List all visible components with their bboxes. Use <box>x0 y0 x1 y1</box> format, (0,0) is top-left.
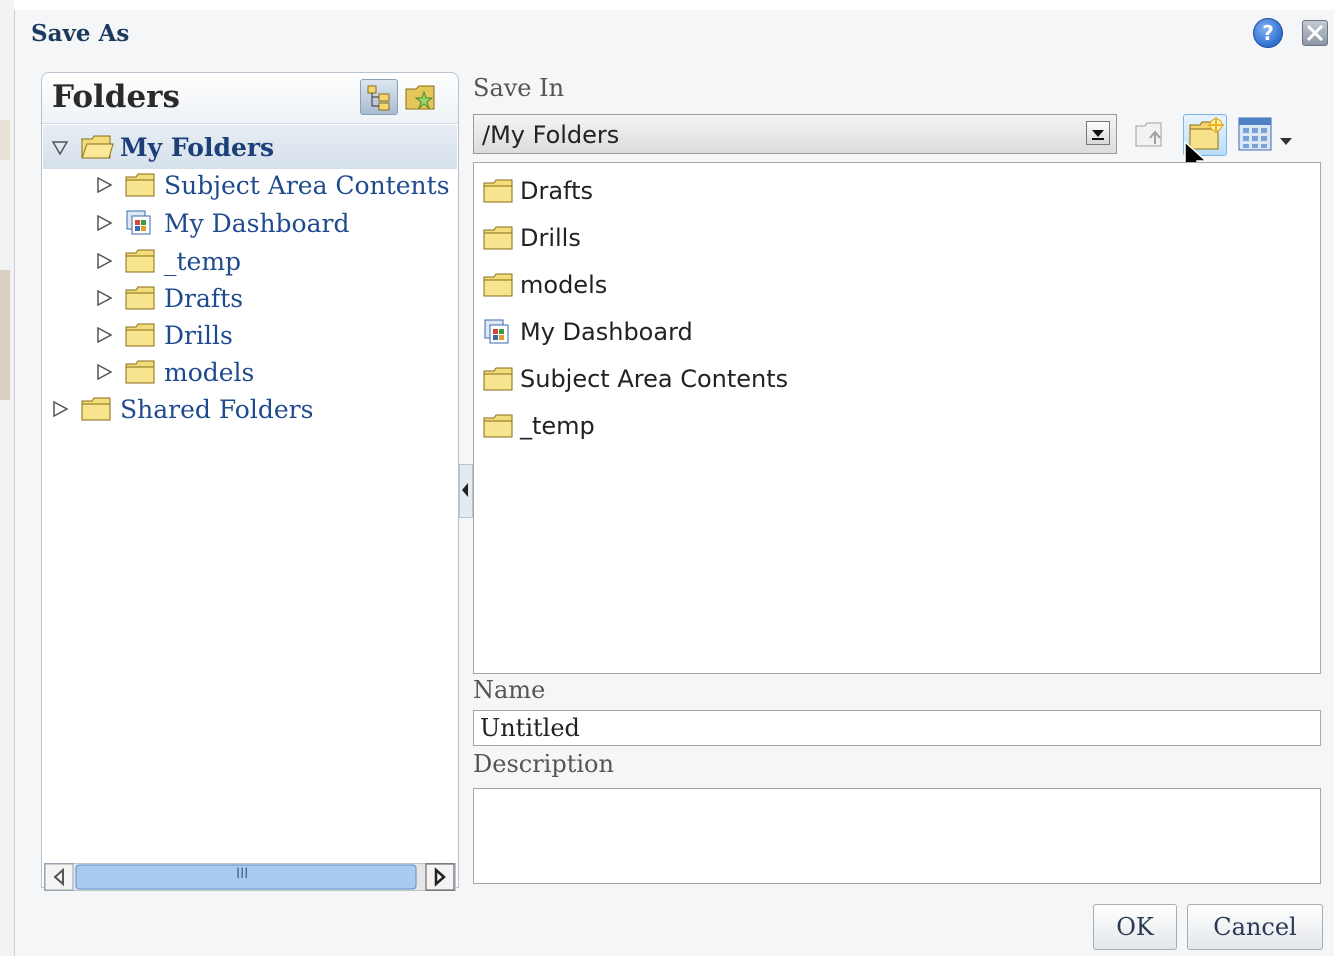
up-folder-icon[interactable] <box>1133 118 1169 150</box>
tree-item-label: Shared Folders <box>120 394 314 424</box>
folder-icon <box>483 414 513 438</box>
ok-button[interactable]: OK <box>1093 904 1177 950</box>
collapsed-arrow-icon[interactable] <box>94 325 114 345</box>
tree-item-my-folders[interactable]: My Folders <box>50 129 274 165</box>
collapsed-arrow-icon[interactable] <box>94 213 114 233</box>
list-item[interactable]: _temp <box>482 406 595 446</box>
collapsed-arrow-icon[interactable] <box>94 288 114 308</box>
tree-item-drafts[interactable]: Drafts <box>94 280 243 316</box>
dialog-title: Save As <box>31 20 130 47</box>
folder-icon <box>483 367 513 391</box>
folders-panel: Folders My Folders Subject Area Contents… <box>41 72 459 892</box>
page-edge <box>0 0 14 956</box>
cancel-button[interactable]: Cancel <box>1187 904 1323 950</box>
tree-item-my-dashboard[interactable]: My Dashboard <box>94 205 349 241</box>
folder-contents-list: Drafts Drills models My Dashboard Subjec… <box>473 162 1321 674</box>
collapsed-arrow-icon[interactable] <box>50 399 70 419</box>
tree-item-models[interactable]: models <box>94 354 254 390</box>
view-options-chevron-icon[interactable] <box>1279 132 1293 145</box>
tree-item-label: My Folders <box>120 132 275 162</box>
save-in-label: Save In <box>473 74 565 102</box>
tree-view-icon[interactable] <box>360 79 398 115</box>
save-in-path: /My Folders <box>482 121 620 149</box>
tree-item-subject-area-contents[interactable]: Subject Area Contents <box>94 167 450 203</box>
tree-item-shared-folders[interactable]: Shared Folders <box>50 391 313 427</box>
folder-icon <box>125 360 155 384</box>
save-in-dropdown[interactable]: /My Folders <box>473 114 1117 154</box>
tree-item-label: models <box>164 357 255 387</box>
panel-splitter[interactable] <box>459 464 473 518</box>
tree-item-drills[interactable]: Drills <box>94 317 233 353</box>
tree-item-label: My Dashboard <box>164 208 350 238</box>
favorites-folder-icon[interactable] <box>404 81 438 113</box>
tree-item-temp[interactable]: _temp <box>94 243 241 279</box>
list-item-label: _temp <box>520 412 595 440</box>
list-item-label: Subject Area Contents <box>520 365 789 393</box>
folder-icon <box>483 273 513 297</box>
tree-item-label: _temp <box>164 246 242 276</box>
help-icon[interactable]: ? <box>1253 18 1283 48</box>
dashboard-icon <box>126 210 151 235</box>
list-item-label: My Dashboard <box>520 318 693 346</box>
name-label: Name <box>473 676 546 704</box>
folder-icon <box>483 179 513 203</box>
tree-item-label: Drills <box>164 320 233 350</box>
description-field[interactable] <box>473 788 1321 884</box>
list-item[interactable]: models <box>482 265 607 305</box>
collapsed-arrow-icon[interactable] <box>94 175 114 195</box>
list-item[interactable]: Drills <box>482 218 581 258</box>
list-item[interactable]: Drafts <box>482 171 593 211</box>
collapsed-arrow-icon[interactable] <box>94 251 114 271</box>
grid-view-icon[interactable] <box>1237 116 1273 152</box>
folder-icon <box>81 397 111 421</box>
name-field[interactable] <box>473 710 1321 746</box>
folder-icon <box>483 226 513 250</box>
folder-icon <box>125 286 155 310</box>
save-as-dialog: Save As ? Folders My Folders Subject Are… <box>14 10 1334 956</box>
dashboard-icon <box>484 319 509 344</box>
chevron-down-icon[interactable] <box>1086 121 1110 145</box>
list-item-label: Drafts <box>520 177 593 205</box>
close-icon[interactable] <box>1302 20 1328 46</box>
folder-icon <box>125 173 155 197</box>
folders-header: Folders <box>42 73 458 124</box>
edge-mark <box>0 270 10 400</box>
list-item[interactable]: Subject Area Contents <box>482 359 788 399</box>
folder-icon <box>125 249 155 273</box>
list-item[interactable]: My Dashboard <box>482 312 693 352</box>
tree-item-label: Drafts <box>164 283 244 313</box>
collapsed-arrow-icon[interactable] <box>94 362 114 382</box>
tree-item-label: Subject Area Contents <box>164 170 450 200</box>
list-item-label: models <box>520 271 608 299</box>
list-item-label: Drills <box>520 224 581 252</box>
horizontal-scrollbar[interactable]: III <box>43 862 457 892</box>
scroll-thumb-grip: III <box>236 866 249 882</box>
folders-title: Folders <box>52 79 180 115</box>
expanded-arrow-icon[interactable] <box>50 137 70 157</box>
folder-icon <box>125 323 155 347</box>
edge-mark <box>0 120 10 160</box>
description-label: Description <box>473 750 614 778</box>
open-folder-icon <box>81 135 114 159</box>
